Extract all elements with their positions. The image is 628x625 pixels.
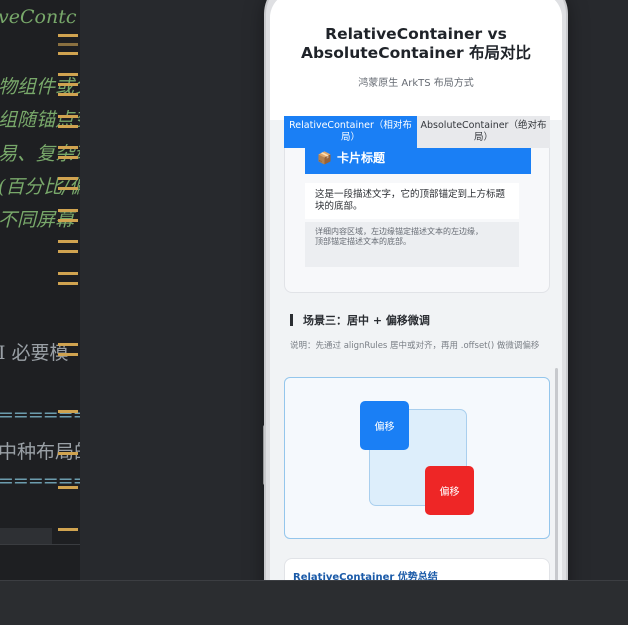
layout-tabs: RelativeContainer（相对布局） AbsoluteContaine… [284, 116, 550, 148]
indent-guide-mark [58, 187, 78, 190]
summary-card: RelativeContainer 优势总结 [284, 558, 550, 580]
indent-guide-mark [58, 410, 78, 413]
indent-guide-mark [58, 282, 78, 285]
tab-absolute-container[interactable]: AbsoluteContainer（绝对布局） [417, 116, 550, 148]
editor-scroll-area[interactable] [0, 528, 52, 544]
section-description: 说明：先通过 alignRules 居中或对齐，再用 .offset() 做微调… [290, 341, 540, 351]
indent-guide-mark [58, 219, 78, 222]
status-bar [0, 580, 628, 625]
summary-card-title: RelativeContainer 优势总结 [293, 572, 438, 580]
indent-guide-mark [58, 93, 78, 96]
code-line: 易、复杂动 [0, 143, 80, 165]
card-header-label: 卡片标题 [336, 151, 385, 165]
indent-guide-mark [58, 43, 78, 46]
code-editor-panel[interactable]: veContc 物组件或父 组随锚点变 易、复杂动 (百分比/偏 不同屏幕 I … [0, 0, 80, 580]
indent-guide-mark [58, 73, 78, 76]
card-detail-line: 顶部锚定描述文本的底部。 [315, 237, 411, 246]
indent-guide-mark [58, 528, 78, 531]
package-icon: 📦 [317, 150, 332, 165]
indent-guide-mark [58, 34, 78, 37]
code-line: ========== [0, 404, 80, 426]
card-detail-line: 详细内容区域，左边缘锚定描述文本的左边缘， [315, 227, 483, 236]
section-title-text: 场景三：居中 + 偏移微调 [303, 314, 430, 327]
indent-guide-mark [58, 486, 78, 489]
app-header: RelativeContainer vs AbsoluteContainer 布… [270, 0, 562, 120]
device-preview-panel: RelativeContainer vs AbsoluteContainer 布… [80, 0, 628, 580]
indent-guide-mark [58, 250, 78, 253]
page-subtitle: 鸿蒙原生 ArkTS 布局方式 [358, 78, 474, 89]
offset-demo-container: 偏移 偏移 [284, 377, 550, 539]
phone-frame: RelativeContainer vs AbsoluteContainer 布… [266, 0, 566, 580]
divider [0, 544, 80, 545]
card-description: 这是一段描述文字，它的顶部锚定到上方标题块的底部。 [305, 183, 519, 219]
code-line: veContc [0, 6, 77, 28]
content-scroll-view[interactable]: 📦 卡片标题 这是一段描述文字，它的顶部锚定到上方标题块的底部。 详细内容区域，… [270, 148, 562, 580]
indent-guide-mark [58, 115, 78, 118]
indent-guide-mark [58, 209, 78, 212]
code-line: 中种布局的对 [0, 441, 80, 463]
section-bar-icon [290, 314, 293, 326]
indent-guide-mark [58, 156, 78, 159]
indent-guide-mark [58, 146, 78, 149]
indent-guide-mark [58, 83, 78, 86]
card-example: 📦 卡片标题 这是一段描述文字，它的顶部锚定到上方标题块的底部。 详细内容区域，… [284, 148, 550, 293]
indent-guide-mark [58, 125, 78, 128]
indent-guide-mark [58, 177, 78, 180]
indent-guide-mark [58, 452, 78, 455]
scrollbar[interactable] [555, 368, 558, 580]
phone-screen: RelativeContainer vs AbsoluteContainer 布… [270, 0, 562, 580]
card-detail: 详细内容区域，左边缘锚定描述文本的左边缘， 顶部锚定描述文本的底部。 [305, 222, 519, 267]
indent-guide-mark [58, 353, 78, 356]
indent-guide-mark [58, 343, 78, 346]
section-title: 场景三：居中 + 偏移微调 [290, 312, 430, 328]
indent-guide-mark [58, 52, 78, 55]
indent-guide-mark [58, 272, 78, 275]
indent-guide-mark [58, 240, 78, 243]
page-title: RelativeContainer vs AbsoluteContainer 布… [300, 25, 532, 62]
card-header: 📦 卡片标题 [305, 148, 531, 174]
offset-tag-red: 偏移 [425, 466, 474, 515]
tab-relative-container[interactable]: RelativeContainer（相对布局） [284, 116, 417, 148]
offset-tag-blue: 偏移 [360, 401, 409, 450]
